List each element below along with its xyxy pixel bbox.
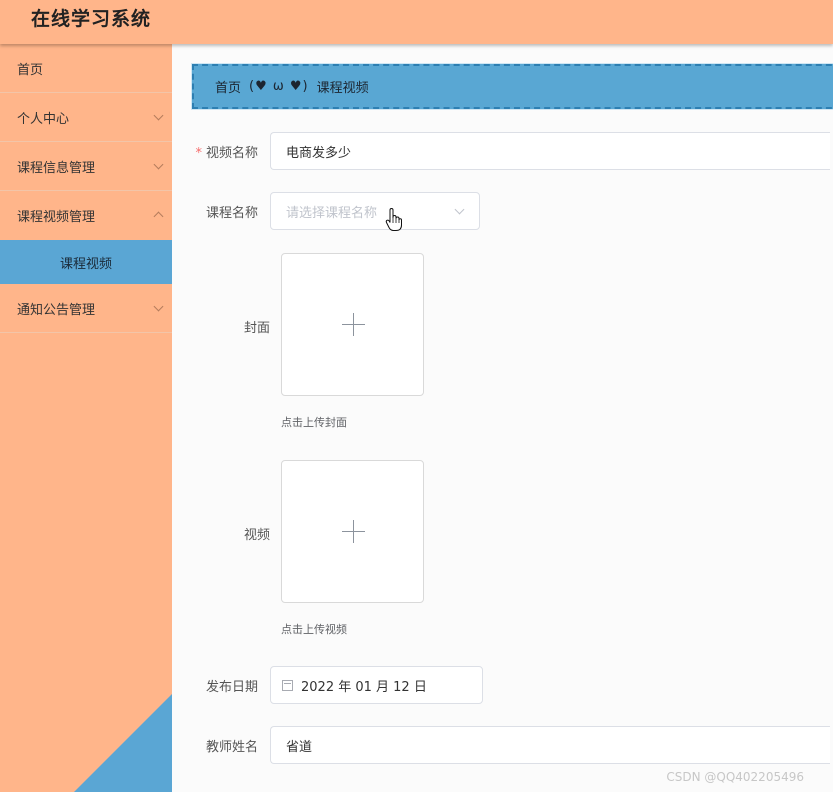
chevron-down-icon [153,159,164,170]
plus-icon-vertical [353,313,354,336]
cover-upload-box[interactable] [281,253,424,396]
breadcrumb-current: 课程视频 [316,81,369,96]
sidebar-item-home[interactable]: 首页 [0,44,172,93]
cover-upload-tip: 点击上传封面 [281,416,347,429]
sidebar-item-personal-center[interactable]: 个人中心 [0,93,172,142]
chevron-down-icon [153,110,164,121]
watermark: CSDN @QQ402205496 [666,770,804,784]
sidebar-item-label: 首页 [17,62,44,78]
sidebar-item-label: 课程信息管理 [17,160,96,176]
hand-pointer-icon [385,208,402,231]
sidebar-item-course-info[interactable]: 课程信息管理 [0,142,172,191]
main-content: 首页 (♥ ω ♥) 课程视频 * 视频名称 电商发多少 课程名称 请选择课程名称… [172,44,833,792]
top-bar: 在线学习系统 [0,0,833,44]
sidebar: 首页 个人中心 课程信息管理 课程视频管理 课程视频 通知公告管理 [0,44,172,792]
teacher-name-label: 教师姓名 [205,739,258,755]
plus-icon-vertical [353,520,354,543]
publish-date-value: 2022 年 01 月 12 日 [301,679,427,695]
calendar-icon [282,679,293,691]
breadcrumb-home[interactable]: 首页 [215,77,241,96]
app-title: 在线学习系统 [31,8,152,30]
video-name-label-text: 视频名称 [205,145,258,161]
teacher-name-row: 教师姓名 省道 [172,726,830,764]
teacher-name-value: 省道 [286,739,313,755]
sidebar-item-label: 课程视频管理 [17,210,96,225]
course-name-label: 课程名称 [205,205,258,221]
video-upload-tip: 点击上传视频 [281,623,347,636]
video-label: 视频 [243,528,270,543]
teacher-name-input[interactable]: 省道 [270,726,830,764]
video-name-label: * 视频名称 [172,142,270,161]
sidebar-item-course-video[interactable]: 课程视频管理 [0,191,172,240]
breadcrumb: 首页 (♥ ω ♥) 课程视频 [191,63,833,110]
publish-date-row: 发布日期 2022 年 01 月 12 日 [172,666,483,704]
cover-label: 封面 [243,321,270,336]
chevron-down-icon [153,301,164,312]
publish-date-label: 发布日期 [205,679,258,695]
breadcrumb-separator: (♥ ω ♥) [249,79,309,94]
video-name-row: * 视频名称 电商发多少 [172,132,830,170]
chevron-up-icon [153,211,164,222]
course-name-placeholder: 请选择课程名称 [286,205,378,221]
course-name-row: 课程名称 请选择课程名称 [172,192,480,231]
chevron-down-icon [454,204,465,215]
video-upload-box[interactable] [281,460,424,603]
sidebar-subitem-course-video[interactable]: 课程视频 [0,240,172,284]
video-name-value: 电商发多少 [286,145,352,161]
required-asterisk: * [195,145,202,161]
sidebar-item-notice[interactable]: 通知公告管理 [0,284,172,333]
course-name-select[interactable]: 请选择课程名称 [270,192,480,231]
sidebar-item-label: 个人中心 [17,111,70,127]
sidebar-subitem-label: 课程视频 [59,256,112,272]
video-name-input[interactable]: 电商发多少 [270,132,830,170]
sidebar-item-label: 通知公告管理 [17,302,96,318]
publish-date-picker[interactable]: 2022 年 01 月 12 日 [270,666,483,704]
